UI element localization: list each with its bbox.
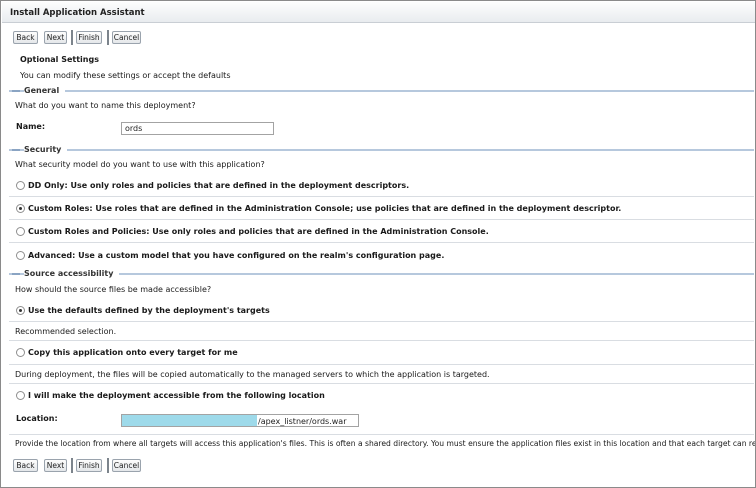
use-defaults-option-label[interactable]: Use the defaults defined by the deployme… [28,306,270,315]
copy-note: During deployment, the files will be cop… [15,370,490,379]
back-button[interactable]: Back [13,459,38,472]
source-question: How should the source files be made acce… [15,285,212,294]
radio-manual-location[interactable] [16,391,25,400]
general-question: What do you want to name this deployment… [15,101,196,110]
copy-to-targets-option-label[interactable]: Copy this application onto every target … [28,348,238,357]
location-value: /apex_listner/ords.war [258,417,347,426]
finish-button[interactable]: Finish [76,459,102,472]
toolbar-separator [107,30,109,45]
toolbar-separator [107,458,109,473]
cancel-button[interactable]: Cancel [112,31,141,44]
install-application-assistant-window: Install Application Assistant Back Next … [0,0,756,488]
name-input[interactable] [121,122,274,135]
toolbar-separator [71,458,73,473]
radio-custom-roles-policies[interactable] [16,227,25,236]
source-section-rule [9,273,754,275]
advanced-option-label[interactable]: Advanced: Use a custom model that you ha… [28,251,444,260]
source-section-title: Source accessibility [24,269,120,278]
back-button[interactable]: Back [13,31,38,44]
toolbar-separator [71,30,73,45]
cancel-button[interactable]: Cancel [112,459,141,472]
security-section-rule [9,149,754,151]
location-note: Provide the location from where all targ… [15,439,756,448]
radio-advanced[interactable] [16,251,25,260]
security-section-tick [12,149,20,151]
general-section-title: General [24,86,66,95]
location-label: Location: [16,414,58,423]
divider [9,340,754,341]
security-section-title: Security [24,145,68,154]
radio-dd-only[interactable] [16,181,25,190]
finish-button[interactable]: Finish [76,31,102,44]
divider [9,383,754,384]
custom-roles-policies-option-label[interactable]: Custom Roles and Policies: Use only role… [28,227,489,236]
window-titlebar: Install Application Assistant [2,2,755,23]
next-button[interactable]: Next [44,459,67,472]
optional-settings-subtitle: You can modify these settings or accept … [20,71,231,80]
divider [9,219,754,220]
divider [9,242,754,243]
location-input[interactable]: /apex_listner/ords.war [121,414,359,427]
recommended-note: Recommended selection. [15,327,117,336]
divider [9,364,754,365]
window-title: Install Application Assistant [10,8,145,18]
next-button[interactable]: Next [44,31,67,44]
manual-location-option-label[interactable]: I will make the deployment accessible fr… [28,391,325,400]
general-section-rule [9,90,754,92]
radio-custom-roles[interactable] [16,204,25,213]
security-question: What security model do you want to use w… [15,160,265,169]
optional-settings-title: Optional Settings [20,55,99,64]
divider [9,321,754,322]
source-section-tick [12,273,20,275]
radio-use-defaults[interactable] [16,306,25,315]
name-label: Name: [16,122,46,131]
radio-copy-to-targets[interactable] [16,348,25,357]
custom-roles-option-label[interactable]: Custom Roles: Use roles that are defined… [28,204,621,213]
general-section-tick [12,90,20,92]
divider [9,196,754,197]
dd-only-option-label[interactable]: DD Only: Use only roles and policies tha… [28,181,409,190]
redacted-path [122,415,257,426]
divider [9,434,754,435]
